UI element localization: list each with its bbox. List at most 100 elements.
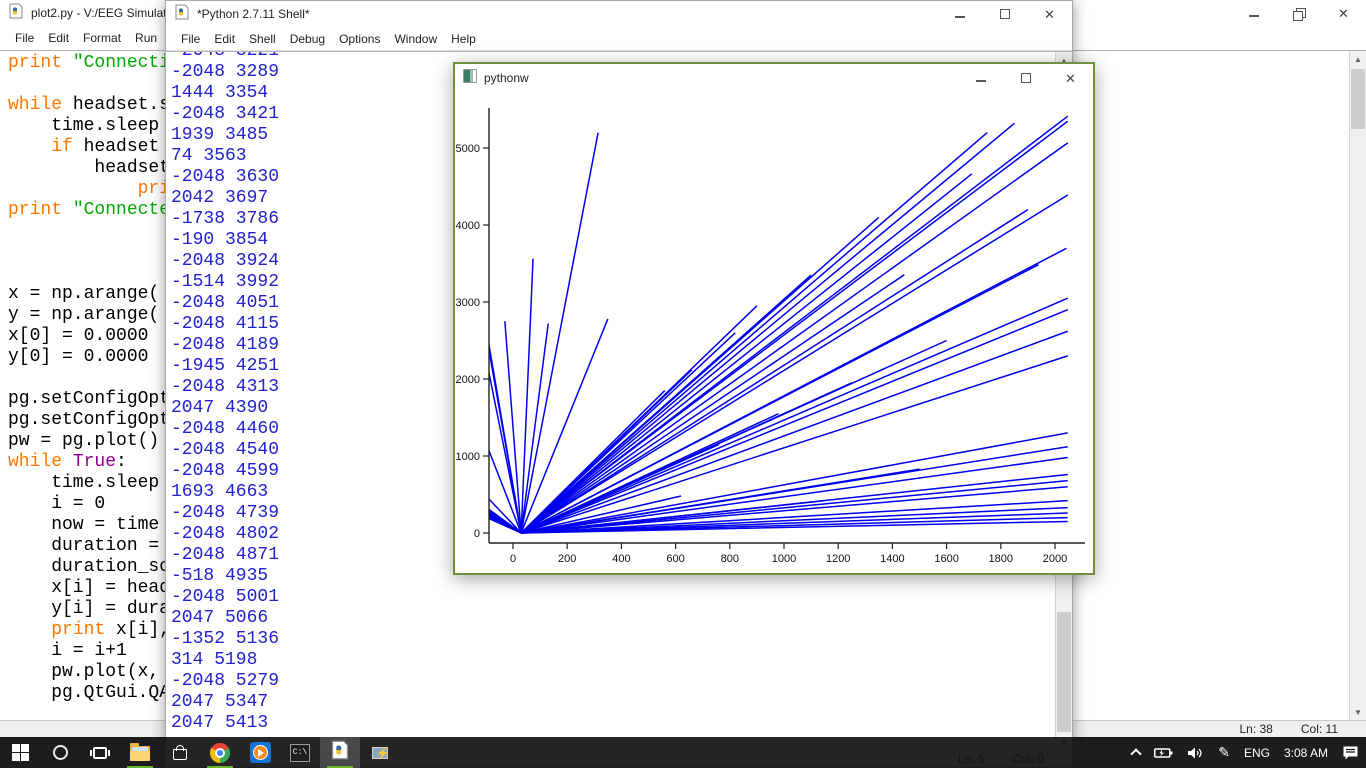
shell-scroll-thumb[interactable]: [1057, 612, 1071, 732]
plot-close-button[interactable]: ✕: [1048, 64, 1093, 92]
shell-output: -2048 3221-2048 32891444 3354-2048 34211…: [171, 51, 279, 734]
menu-item-options[interactable]: Options: [332, 29, 387, 49]
menu-item-format[interactable]: Format: [76, 28, 128, 48]
plot-svg: 0100020003000400050000200400600800100012…: [455, 92, 1093, 573]
action-center-icon[interactable]: [1335, 737, 1366, 768]
x-tick-label: 1800: [989, 553, 1013, 565]
tray-chevron-up-icon[interactable]: [1125, 737, 1147, 768]
shell-minimize-button[interactable]: [937, 1, 982, 27]
chrome-button[interactable]: [200, 737, 240, 768]
clock[interactable]: 3:08 AM: [1277, 737, 1335, 768]
movies-tv-button[interactable]: [240, 737, 280, 768]
plot-titlebar[interactable]: pythonw ✕: [455, 64, 1093, 92]
shell-output-line: 2047 5413: [171, 713, 279, 734]
editor-title: plot2.py - V:/EEG Simulato: [31, 6, 173, 20]
shell-output-line: 2047 4390: [171, 398, 279, 419]
y-tick-label: 5000: [456, 143, 480, 155]
y-tick-label: 0: [474, 528, 480, 540]
editor-scroll-thumb[interactable]: [1351, 69, 1365, 129]
x-tick-label: 800: [721, 553, 739, 565]
shell-output-line: -1514 3992: [171, 272, 279, 293]
chrome-icon: [210, 743, 230, 763]
y-tick-label: 3000: [456, 297, 480, 309]
python-idle-button[interactable]: [320, 737, 360, 768]
shell-output-line: 1939 3485: [171, 125, 279, 146]
plot-window-title: pythonw: [484, 71, 529, 85]
menu-item-shell[interactable]: Shell: [242, 29, 283, 49]
shell-output-line: -2048 4115: [171, 314, 279, 335]
plot-rays: [455, 116, 1068, 533]
battery-icon[interactable]: [1147, 737, 1180, 768]
menu-item-file[interactable]: File: [174, 29, 207, 49]
shell-output-line: -1352 5136: [171, 629, 279, 650]
python-idle-icon: [330, 740, 350, 765]
command-prompt-button[interactable]: C:\: [280, 737, 320, 768]
task-view-icon: [93, 747, 107, 759]
shell-output-line: -2048 4051: [171, 293, 279, 314]
menu-item-edit[interactable]: Edit: [41, 28, 76, 48]
editor-status-col: Col: 11: [1301, 722, 1338, 736]
editor-status-line: Ln: 38: [1239, 722, 1272, 736]
y-tick-label: 1000: [456, 451, 480, 463]
menu-item-help[interactable]: Help: [444, 29, 483, 49]
shell-output-line: -2048 4313: [171, 377, 279, 398]
editor-scroll-up-icon[interactable]: ▲: [1350, 51, 1366, 67]
windows-ink-icon[interactable]: ✎: [1211, 737, 1237, 768]
editor-minimize-button[interactable]: [1231, 0, 1276, 26]
windows-logo-icon: [12, 744, 29, 761]
shell-titlebar[interactable]: *Python 2.7.11 Shell* ✕: [166, 1, 1072, 27]
x-tick-label: 0: [510, 553, 516, 565]
plot-canvas[interactable]: 0100020003000400050000200400600800100012…: [455, 92, 1093, 573]
file-explorer-button[interactable]: [120, 737, 160, 768]
store-icon: [173, 749, 187, 760]
shell-output-line: -2048 3630: [171, 167, 279, 188]
x-tick-label: 1000: [772, 553, 796, 565]
remote-session-button[interactable]: ⚡: [360, 737, 400, 768]
x-tick-label: 1200: [826, 553, 850, 565]
shell-title: *Python 2.7.11 Shell*: [197, 7, 310, 21]
x-tick-label: 2000: [1043, 553, 1067, 565]
editor-scrollbar[interactable]: ▲ ▼: [1349, 51, 1366, 720]
shell-output-line: -2048 5001: [171, 587, 279, 608]
task-view-button[interactable]: [80, 737, 120, 768]
menu-item-file[interactable]: File: [8, 28, 41, 48]
menu-item-edit[interactable]: Edit: [207, 29, 242, 49]
menu-item-window[interactable]: Window: [387, 29, 444, 49]
system-tray: ✎ ENG 3:08 AM: [1125, 737, 1366, 768]
shell-output-line: -2048 3221: [171, 51, 279, 62]
shell-output-line: 2042 3697: [171, 188, 279, 209]
shell-output-line: -2048 3289: [171, 62, 279, 83]
menu-item-debug[interactable]: Debug: [283, 29, 332, 49]
editor-close-button[interactable]: ✕: [1321, 0, 1366, 26]
start-button[interactable]: [0, 737, 40, 768]
volume-icon[interactable]: [1180, 737, 1211, 768]
editor-restore-button[interactable]: [1276, 0, 1321, 26]
shell-output-line: 314 5198: [171, 650, 279, 671]
shell-output-line: -518 4935: [171, 566, 279, 587]
language-indicator[interactable]: ENG: [1237, 737, 1277, 768]
shell-output-line: 74 3563: [171, 146, 279, 167]
shell-output-line: -190 3854: [171, 230, 279, 251]
shell-output-line: -2048 4540: [171, 440, 279, 461]
shell-maximize-button[interactable]: [982, 1, 1027, 27]
shell-output-line: 1693 4663: [171, 482, 279, 503]
y-tick-label: 4000: [456, 220, 480, 232]
command-prompt-icon: C:\: [290, 744, 310, 762]
shell-output-line: -1945 4251: [171, 356, 279, 377]
cortana-button[interactable]: [40, 737, 80, 768]
editor-scroll-down-icon[interactable]: ▼: [1350, 704, 1366, 720]
pythonw-window-icon: [463, 69, 477, 88]
plot-minimize-button[interactable]: [958, 64, 1003, 92]
shell-menubar: FileEditShellDebugOptionsWindowHelp: [166, 27, 1072, 51]
shell-output-line: -2048 3421: [171, 104, 279, 125]
shell-output-line: 2047 5066: [171, 608, 279, 629]
menu-item-run[interactable]: Run: [128, 28, 164, 48]
file-explorer-icon: [130, 746, 150, 761]
store-button[interactable]: [160, 737, 200, 768]
shell-output-line: -2048 4599: [171, 461, 279, 482]
x-tick-label: 400: [612, 553, 630, 565]
plot-maximize-button[interactable]: [1003, 64, 1048, 92]
shell-close-button[interactable]: ✕: [1027, 1, 1072, 27]
plot-window: pythonw ✕ 010002000300040005000020040060…: [453, 62, 1095, 575]
y-tick-label: 2000: [456, 374, 480, 386]
